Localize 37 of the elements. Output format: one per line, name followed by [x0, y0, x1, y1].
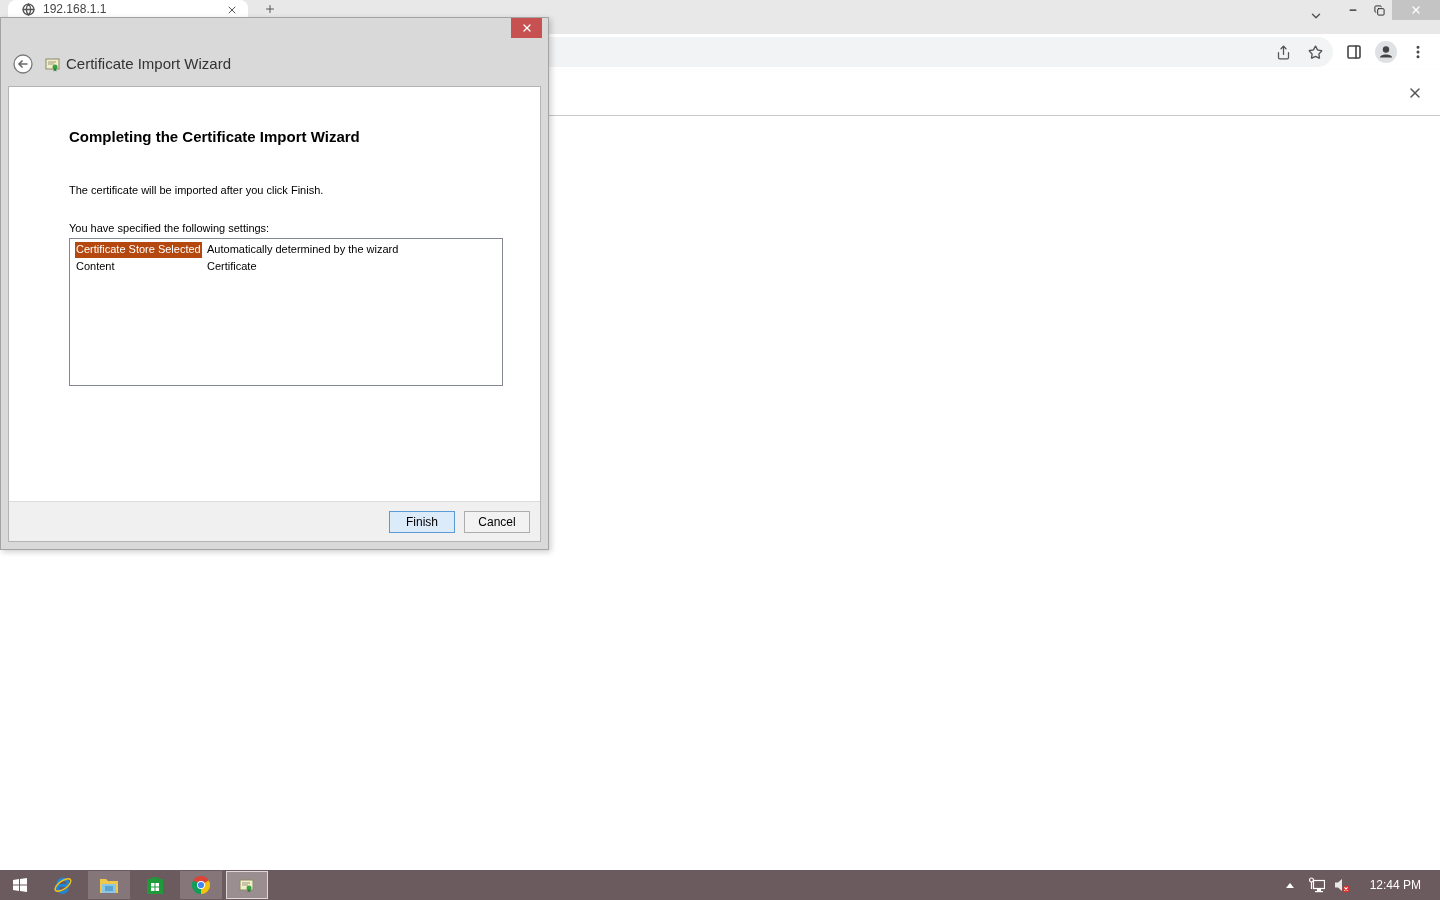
- certificate-icon: [45, 56, 61, 72]
- settings-label: You have specified the following settings:: [69, 221, 270, 235]
- taskbar-button[interactable]: [88, 871, 130, 899]
- settings-list[interactable]: Certificate Store Selected Automatically determined by the wizard Content Certificate: [69, 238, 503, 386]
- folder-icon: [99, 876, 119, 894]
- clock-time[interactable]: 12:44 PM: [1369, 876, 1421, 894]
- profile-icon: [1375, 41, 1397, 63]
- dialog-button[interactable]: Cancel: [464, 510, 530, 533]
- taskbar-button[interactable]: [180, 871, 222, 899]
- share-icon: [1275, 44, 1291, 60]
- setting-name[interactable]: Certificate Store Selected: [75, 241, 202, 258]
- setting-value: Automatically determined by the wizard: [207, 242, 399, 258]
- wizard-heading: Completing the Certificate Import Wizard: [69, 127, 360, 147]
- shopping-bag-icon: [146, 876, 164, 894]
- profile-button[interactable]: [1372, 38, 1400, 66]
- back-button[interactable]: [13, 54, 33, 74]
- tab-title: 192.168.1.1: [43, 2, 108, 16]
- start-icon: [13, 878, 27, 892]
- browser-logo-icon: [192, 876, 210, 894]
- star-icon: [1307, 44, 1323, 60]
- network-icon[interactable]: [1308, 877, 1325, 893]
- restore-icon: [1373, 4, 1385, 16]
- browser-tab[interactable]: 192.168.1.1: [8, 0, 248, 17]
- dialog-button[interactable]: Finish: [389, 510, 455, 533]
- setting-value: Certificate: [207, 259, 257, 275]
- certificate-icon: [239, 877, 255, 893]
- tab-close-icon[interactable]: [226, 4, 238, 16]
- browser-e-icon: [53, 875, 73, 895]
- close-icon: [1410, 4, 1422, 16]
- new-tab-icon[interactable]: [264, 3, 276, 15]
- wizard-message: The certificate will be imported after you click Finish.: [69, 183, 324, 197]
- side-panel-icon: [1346, 44, 1362, 60]
- setting-name[interactable]: Content: [75, 258, 116, 275]
- caret-up-icon[interactable]: [1285, 882, 1294, 888]
- globe-icon: [22, 3, 35, 16]
- speaker-icon[interactable]: [1333, 877, 1350, 893]
- dialog-title: Certificate Import Wizard: [66, 54, 232, 74]
